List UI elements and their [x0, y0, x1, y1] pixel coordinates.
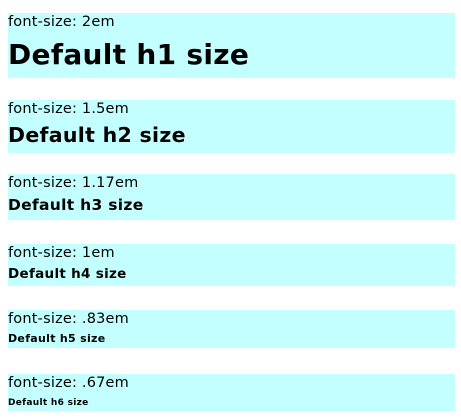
heading-demo-h5: font-size: .83em Default h5 size — [8, 310, 455, 348]
heading-h5: Default h5 size — [8, 332, 106, 345]
heading-demo-h6: font-size: .67em Default h6 size — [8, 374, 455, 411]
font-size-label: font-size: 1.5em — [8, 101, 129, 117]
heading-demo-h2: font-size: 1.5em Default h2 size — [8, 100, 455, 153]
heading-demo-h4: font-size: 1em Default h4 size — [8, 244, 455, 286]
font-size-label: font-size: .67em — [8, 375, 129, 391]
heading-h2: Default h2 size — [8, 123, 186, 147]
font-size-label: font-size: 1.17em — [8, 175, 139, 191]
heading-h1: Default h1 size — [8, 38, 250, 71]
heading-h3: Default h3 size — [8, 196, 144, 214]
heading-h6: Default h6 size — [8, 398, 89, 408]
heading-demo-h1: font-size: 2em Default h1 size — [8, 13, 455, 78]
font-size-label: font-size: 2em — [8, 14, 115, 30]
heading-demo-h3: font-size: 1.17em Default h3 size — [8, 174, 455, 220]
font-size-label: font-size: 1em — [8, 245, 115, 261]
heading-h4: Default h4 size — [8, 266, 127, 282]
font-size-label: font-size: .83em — [8, 311, 129, 327]
